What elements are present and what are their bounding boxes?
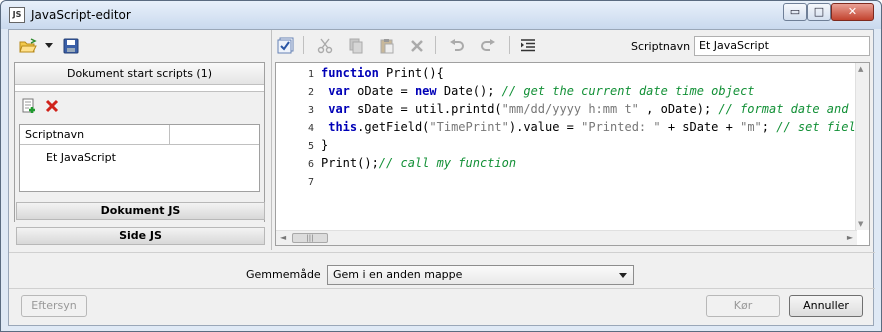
code-string: "mm/dd/yyyy h:mm t" [501,102,639,116]
code-text: oDate = [349,84,415,98]
run-button[interactable]: Kør [706,295,780,317]
close-button[interactable]: ✕ [831,3,874,21]
save-icon[interactable] [63,38,79,54]
separator-line [9,252,875,253]
code-line[interactable]: 6 Print();// call my function [276,155,516,172]
toolbar-separator [303,36,304,54]
code-line[interactable]: 1 function Print(){ [276,65,444,82]
preview-button[interactable]: Eftersyn [21,295,87,317]
code-text: + sDate + [660,120,741,134]
code-text: Print(); [321,156,379,170]
line-number: 1 [307,69,314,80]
code-text: sDate = util.printd( [349,102,502,116]
indent-icon[interactable] [520,39,536,53]
code-text: Print(){ [378,66,444,80]
code-line[interactable]: 7 [276,173,321,190]
scroll-left-icon[interactable]: ◄ [280,233,286,242]
code-comment: // set field [776,120,863,134]
code-line[interactable]: 5} [276,137,328,154]
app-icon: JS [9,7,25,23]
code-text: Date(); [436,84,502,98]
start-scripts-header[interactable]: Dokument start scripts (1) [15,63,264,85]
page-js-button[interactable]: Side JS [16,227,265,245]
code-string: "Printed: " [581,120,661,134]
column-header-scriptname[interactable]: Scriptnavn [20,125,170,145]
scroll-right-icon[interactable]: ► [847,233,853,242]
code-editor[interactable]: 7 6 Print();// call my function 5} 4 this.ge… [275,62,870,246]
document-js-button[interactable]: Dokument JS [16,202,265,220]
javascript-editor-window: JS JavaScript-editor ▭ □ ✕ Dokument star… [0,0,882,332]
code-comment: // format date and time [718,102,870,116]
code-keyword: new [414,84,437,98]
minimize-button[interactable]: ▭ [783,3,807,21]
separator-line [9,288,875,289]
maximize-button[interactable]: □ [807,3,831,21]
code-text: .getField( [357,120,430,134]
code-text: , oDate); [638,102,719,116]
line-number: 5 [307,141,314,152]
add-script-icon[interactable] [21,98,37,114]
code-keyword: var [328,102,350,116]
scripts-table: Scriptnavn Et JavaScript [19,124,260,192]
line-number: 4 [307,123,314,134]
code-string: "TimePrint" [429,120,509,134]
folder-open-icon[interactable] [19,38,37,54]
column-header-empty [170,125,259,145]
dropdown-arrow-icon[interactable] [45,43,53,48]
chevron-down-icon [619,273,627,278]
code-comment: // call my function [378,156,517,170]
panel-divider[interactable] [271,30,272,250]
dialog-body: Dokument start scripts (1) Scriptnavn Et… [8,29,875,326]
save-mode-select[interactable]: Gem i en anden mappe [327,265,634,285]
toolbar-separator [509,36,510,54]
code-keyword: var [328,84,350,98]
toolbar-separator [435,36,436,54]
horizontal-scrollbar[interactable]: ◄ ||| ► [276,230,857,245]
redo-icon[interactable] [480,39,496,53]
code-text: } [321,138,329,152]
line-number: 7 [307,177,314,188]
line-number: 6 [307,159,314,170]
save-mode-value: Gem i en anden mappe [333,268,463,281]
horizontal-scroll-thumb[interactable]: ||| [292,233,328,243]
delete-icon[interactable] [410,39,424,53]
save-mode-label: Gemmemåde [246,268,321,281]
start-scripts-panel: Dokument start scripts (1) Scriptnavn Et… [14,62,265,222]
code-comment: // get the current date time object [501,84,755,98]
line-number: 3 [307,105,314,116]
code-keyword: this [328,120,358,134]
scroll-up-icon[interactable]: ▲ [858,65,863,73]
paste-icon[interactable] [379,38,395,54]
copy-icon[interactable] [348,38,364,54]
undo-icon[interactable] [449,39,465,53]
line-number: 2 [307,87,314,98]
code-text: ).value = [508,120,582,134]
code-line[interactable]: 4 this.getField("TimePrint").value = "Pr… [276,119,863,136]
check-syntax-icon[interactable] [277,37,295,54]
cut-icon[interactable] [317,38,333,54]
code-string: "m" [740,120,762,134]
code-keyword: function [321,66,379,80]
code-line[interactable]: 2 var oDate = new Date(); // get the cur… [276,83,755,100]
scriptname-label: Scriptnavn [631,40,691,53]
scriptname-input[interactable]: Et JavaScript [694,36,870,56]
table-row[interactable]: Et JavaScript [46,151,116,164]
window-title: JavaScript-editor [31,8,131,22]
code-text: ; [761,120,777,134]
scroll-down-icon[interactable]: ▼ [858,220,863,228]
code-line[interactable]: 3 var sDate = util.printd("mm/dd/yyyy h:… [276,101,870,118]
vertical-scrollbar[interactable]: ▲ ▼ [855,63,869,230]
cancel-button[interactable]: Annuller [789,295,863,317]
delete-script-icon[interactable] [45,99,59,113]
title-bar[interactable]: JS JavaScript-editor ▭ □ ✕ [1,1,881,29]
